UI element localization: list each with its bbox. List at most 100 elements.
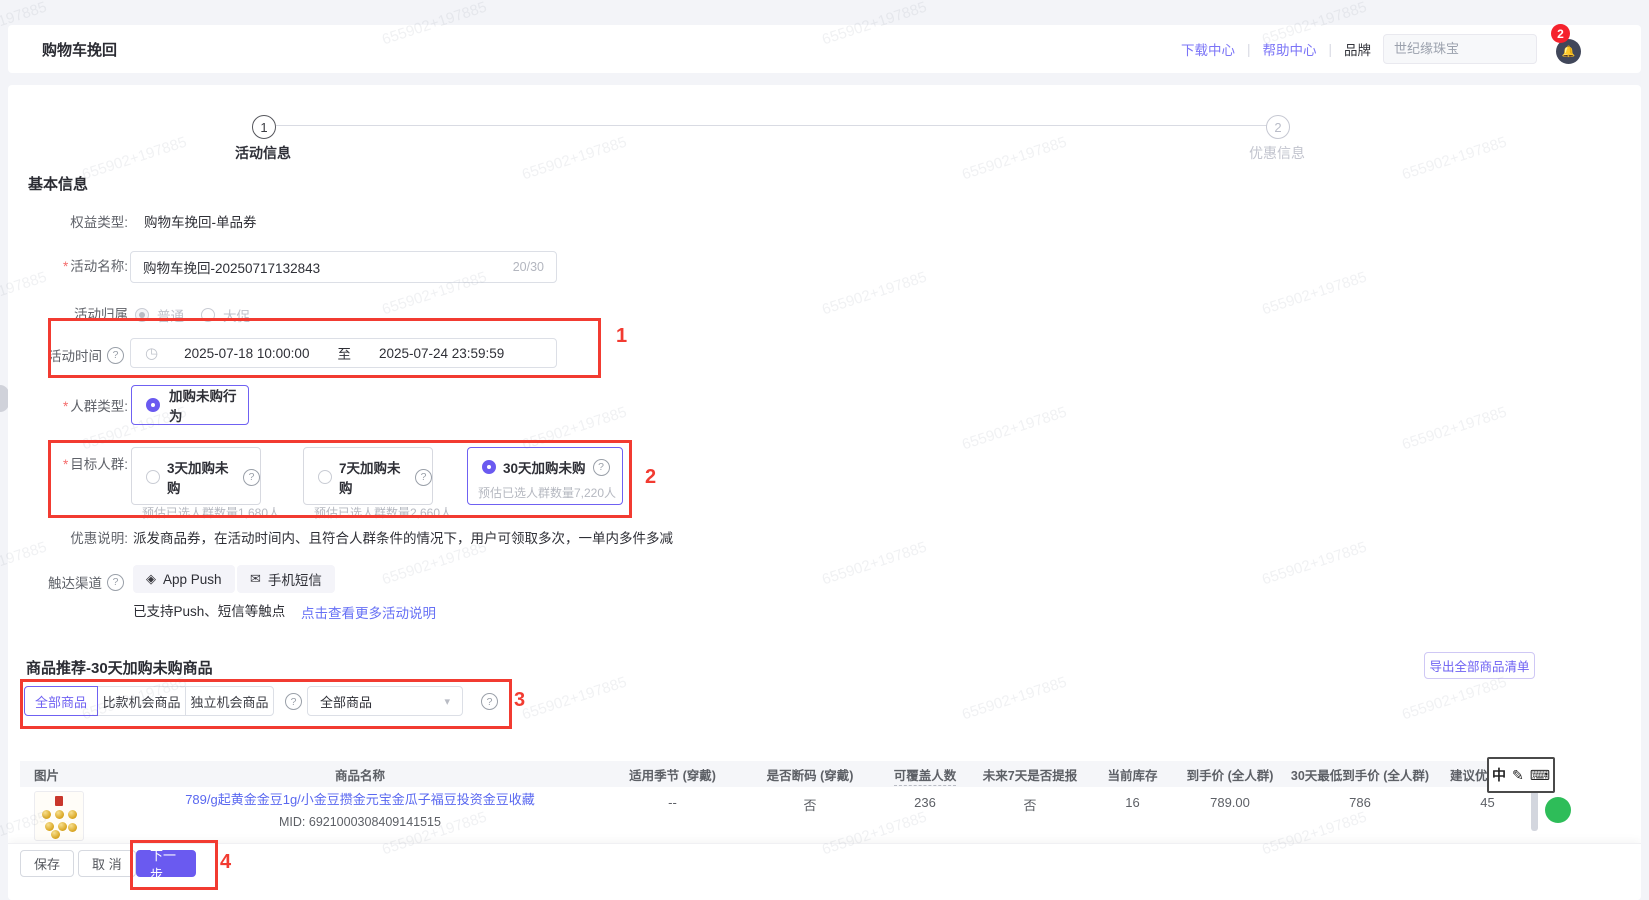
required-asterisk: * xyxy=(63,259,68,274)
seal-mark xyxy=(55,796,63,806)
annotation-number-1: 1 xyxy=(616,325,627,348)
cancel-button[interactable]: 取 消 xyxy=(78,850,136,877)
stepper-line xyxy=(276,125,1268,126)
benefit-type-label: 权益类型: xyxy=(8,213,128,233)
belong-option-bigpromo[interactable]: 大促 xyxy=(201,305,250,325)
app-push-icon: ◈ xyxy=(146,571,156,587)
section-title-product-recommend: 商品推荐-30天加购未购商品 xyxy=(26,657,213,678)
annotation-number-4: 4 xyxy=(220,851,231,874)
help-question-icon[interactable]: ? xyxy=(593,459,610,476)
save-button[interactable]: 保存 xyxy=(20,850,74,877)
page: 购物车挽回 下载中心 | 帮助中心 | 品牌 世纪缘珠宝 2 🔔 1 2 活动信… xyxy=(0,0,1649,900)
product-mid: MID: 6921000308409141515 xyxy=(120,815,600,829)
bottom-action-bar: 保存 取 消 下一步 xyxy=(8,843,1641,900)
activity-name-label: *活动名称: xyxy=(8,257,128,277)
chevron-down-icon: ▾ xyxy=(444,695,450,708)
target-crowd-label: *目标人群: xyxy=(8,455,128,475)
benefit-type-value: 购物车挽回-单品券 xyxy=(144,213,257,233)
separator: | xyxy=(1247,42,1251,57)
col-header-image: 图片 xyxy=(20,765,120,784)
export-all-products-button[interactable]: 导出全部商品清单 xyxy=(1424,652,1535,679)
tab-all-products[interactable]: 全部商品 xyxy=(24,686,98,716)
tab-compare-opportunity[interactable]: 比款机会商品 xyxy=(97,686,186,716)
brand-select[interactable]: 世纪缘珠宝 xyxy=(1383,34,1537,64)
crowd-type-card-selected[interactable]: 加购未购行为 xyxy=(131,385,249,425)
more-activity-info-link[interactable]: 点击查看更多活动说明 xyxy=(301,602,436,622)
col-header-stock: 当前库存 xyxy=(1085,765,1180,784)
step-2-label: 优惠信息 xyxy=(1249,143,1305,163)
top-header-bar: 购物车挽回 下载中心 | 帮助中心 | 品牌 世纪缘珠宝 xyxy=(8,25,1641,73)
step-2-circle: 2 xyxy=(1266,115,1290,139)
col-header-low-price-30d: 30天最低到手价 (全人群) xyxy=(1280,765,1440,784)
activity-time-range-input[interactable]: ◷ 2025-07-18 10:00:00 至 2025-07-24 23:59… xyxy=(130,338,557,368)
char-counter: 20/30 xyxy=(513,260,544,274)
download-center-link[interactable]: 下载中心 xyxy=(1181,39,1235,59)
help-question-icon[interactable]: ? xyxy=(243,469,260,486)
step-1-circle: 1 xyxy=(252,115,276,139)
cell-stock: 16 xyxy=(1085,787,1180,843)
clock-icon: ◷ xyxy=(145,344,158,362)
product-filter-tabs: 全部商品 比款机会商品 独立机会商品 xyxy=(24,686,274,716)
col-header-coverage: 可覆盖人数 xyxy=(875,765,975,784)
target-card-30day-estimate: 预估已选人群数量7,220人 xyxy=(468,484,622,501)
col-header-price: 到手价 (全人群) xyxy=(1180,765,1280,784)
crowd-type-label: *人群类型: xyxy=(8,397,128,417)
crowd-type-card-label: 加购未购行为 xyxy=(169,385,248,425)
time-separator: 至 xyxy=(337,343,351,363)
notification-badge: 2 xyxy=(1551,24,1570,43)
col-header-season: 适用季节 (穿戴) xyxy=(600,765,745,784)
col-header-name: 商品名称 xyxy=(120,765,600,784)
ime-toolbar[interactable]: 中 ✎ ⌨ xyxy=(1487,757,1555,793)
promo-note-label: 优惠说明: xyxy=(8,529,128,549)
product-table-row: 789/g起黄金金豆1g/小金豆攒金元宝金瓜子福豆投资金豆收藏 MID: 692… xyxy=(20,787,1535,843)
time-start-value: 2025-07-18 10:00:00 xyxy=(184,346,309,361)
help-question-icon[interactable]: ? xyxy=(107,347,124,364)
step-1-label: 活动信息 xyxy=(235,143,291,163)
cell-broken-size: 否 xyxy=(745,787,875,843)
channel-note: 已支持Push、短信等触点 xyxy=(133,602,285,622)
activity-name-value: 购物车挽回-20250717132843 xyxy=(143,257,320,277)
product-thumbnail[interactable] xyxy=(34,791,84,841)
radio-selected-icon xyxy=(146,398,160,412)
channel-label: 触达渠道 ? xyxy=(48,572,124,592)
cell-price: 789.00 xyxy=(1180,787,1280,843)
help-center-link[interactable]: 帮助中心 xyxy=(1262,39,1316,59)
col-header-report-7d: 未来7天是否提报 xyxy=(975,765,1085,784)
radio-unselected-icon xyxy=(146,470,160,484)
radio-unselected-icon xyxy=(201,308,215,322)
radio-selected-disabled-icon xyxy=(135,308,149,322)
annotation-number-3: 3 xyxy=(514,689,525,712)
ime-mode-indicator[interactable]: 中 xyxy=(1492,765,1506,785)
help-question-icon[interactable]: ? xyxy=(107,574,124,591)
target-card-7day[interactable]: 7天加购未购 ? 预估已选人群数量2,660人 xyxy=(303,447,433,505)
channel-chip-app-push: ◈ App Push xyxy=(133,565,235,593)
help-question-icon[interactable]: ? xyxy=(415,469,432,486)
separator: | xyxy=(1328,42,1332,57)
target-card-3day[interactable]: 3天加购未购 ? 预估已选人群数量1,680人 xyxy=(131,447,261,505)
channel-chip-sms: ✉ 手机短信 xyxy=(237,565,335,593)
product-table-header: 图片 商品名称 适用季节 (穿戴) 是否断码 (穿戴) 可覆盖人数 未来7天是否… xyxy=(20,761,1535,787)
target-card-30day[interactable]: 30天加购未购 ? 预估已选人群数量7,220人 xyxy=(467,447,623,505)
product-name-link[interactable]: 789/g起黄金金豆1g/小金豆攒金元宝金瓜子福豆投资金豆收藏 xyxy=(120,789,600,808)
col-header-broken-size: 是否断码 (穿戴) xyxy=(745,765,875,784)
cell-low-price-30d: 786 xyxy=(1280,787,1440,843)
help-question-icon[interactable]: ? xyxy=(481,693,498,710)
target-card-7day-estimate: 预估已选人群数量2,660人 xyxy=(304,504,432,521)
page-title: 购物车挽回 xyxy=(42,39,117,60)
activity-name-input[interactable]: 购物车挽回-20250717132843 20/30 xyxy=(130,251,557,283)
next-step-button[interactable]: 下一步 xyxy=(136,850,196,877)
help-question-icon[interactable]: ? xyxy=(285,693,302,710)
time-end-value: 2025-07-24 23:59:59 xyxy=(379,346,504,361)
ime-settings-icon[interactable]: ⌨ xyxy=(1530,767,1550,784)
floating-chat-button[interactable] xyxy=(1545,797,1571,823)
product-scope-select[interactable]: 全部商品 ▾ xyxy=(307,686,463,716)
cell-coverage: 236 xyxy=(875,787,975,843)
ime-pen-icon[interactable]: ✎ xyxy=(1512,767,1524,784)
belong-option-normal[interactable]: 普通 xyxy=(135,305,184,325)
target-card-3day-estimate: 预估已选人群数量1,680人 xyxy=(132,504,260,521)
sms-envelope-icon: ✉ xyxy=(250,571,261,587)
belong-label: 活动归属 xyxy=(8,305,128,325)
tab-independent-opportunity[interactable]: 独立机会商品 xyxy=(185,686,274,716)
cell-suggest-discount: 45 xyxy=(1440,787,1535,843)
radio-selected-icon xyxy=(482,460,496,474)
